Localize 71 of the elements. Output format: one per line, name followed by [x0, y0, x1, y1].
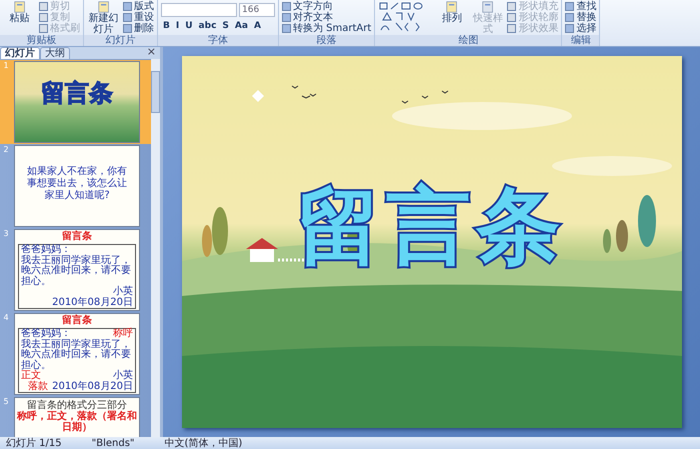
slide-thumbnail-row[interactable]: 2 如果家人不在家，你有事想要出去，该怎么让家里人知道呢?: [0, 144, 151, 228]
annotation-label: 称呼: [113, 329, 133, 340]
slide-subtitle: 称呼，正文，落款（署名和日期）: [16, 411, 138, 433]
slide-thumbnail[interactable]: 留言条 爸爸妈妈： 我去王丽同学家里玩了，晚六点准时回来，请不要担心。 小英 2010年08月20日: [14, 229, 140, 311]
format-button[interactable]: U: [183, 20, 195, 32]
ribbon-button[interactable]: 新建幻灯片: [87, 1, 120, 35]
slide-thumbnail-row[interactable]: 5 留言条的格式分三部分 称呼，正文，落款（署名和日期）: [0, 396, 151, 437]
slide-title: 留言条: [296, 176, 566, 277]
annotation-label: 落款: [28, 382, 48, 392]
letter-date: 2010年08月20日: [52, 298, 133, 308]
ribbon-button[interactable]: 版式: [123, 1, 154, 12]
ribbon-button[interactable]: 重设: [123, 12, 154, 23]
document-icon: [480, 1, 495, 13]
letter-signature: 小英: [113, 287, 133, 297]
panel-tab[interactable]: 大纲: [40, 47, 70, 59]
letter-greeting: 爸爸妈妈：: [21, 245, 71, 255]
letter-body: 我去王丽同学家里玩了，晚六点准时回来，请不要担心。: [21, 340, 131, 370]
slide-number: 2: [2, 145, 10, 154]
slide-number: 5: [2, 397, 10, 406]
ribbon-button[interactable]: 替换: [565, 12, 596, 23]
slide-number: 3: [2, 229, 10, 238]
letter-body: 我去王丽同学家里玩了，晚六点准时回来，请不要担心。: [21, 256, 131, 286]
slide-thumbnail[interactable]: 留言条: [14, 61, 140, 143]
slide-thumbnail[interactable]: 留言条的格式分三部分 称呼，正文，落款（署名和日期）: [14, 397, 140, 437]
ribbon-button[interactable]: 排列: [435, 1, 468, 24]
status-text: 中文(简体，中国): [164, 438, 242, 448]
slide-thumbnail-row[interactable]: 1 留言条: [0, 60, 151, 144]
slide-thumbnail-row[interactable]: 4 留言条 爸爸妈妈： 称呼 我去王丽同学家里玩了，晚六点准时回来，请不要担心。 正文 小英 落款 2010年08月20日: [0, 312, 151, 396]
format-button[interactable]: abc: [196, 20, 218, 32]
close-icon[interactable]: ×: [146, 46, 156, 58]
format-button[interactable]: S: [220, 20, 231, 32]
font-size-field[interactable]: 166: [239, 3, 275, 17]
group-label: 剪贴板: [0, 35, 83, 46]
ribbon-button[interactable]: 删除: [123, 23, 154, 34]
group-label: 编辑: [562, 35, 600, 46]
document-icon: [444, 1, 459, 13]
scrollbar[interactable]: [151, 59, 160, 437]
format-button[interactable]: I: [174, 20, 182, 32]
ribbon-button[interactable]: 对齐文本: [282, 12, 372, 23]
status-text: 幻灯片 1/15: [6, 438, 62, 448]
group-label: 字体: [158, 35, 278, 46]
letter-date: 2010年08月20日: [52, 382, 133, 392]
slide-number: 4: [2, 313, 10, 322]
document-icon: [96, 1, 110, 13]
format-button[interactable]: A: [252, 20, 263, 32]
slide-title: 留言条: [62, 230, 92, 244]
font-name-field[interactable]: [161, 3, 237, 17]
slide-title: 留言条: [41, 80, 113, 106]
letter-signature: 小英: [113, 371, 133, 381]
annotation-label: 正文: [21, 371, 41, 381]
group-label: 绘图: [375, 35, 562, 46]
format-button[interactable]: Aa: [232, 20, 250, 32]
status-text: "Blends": [92, 438, 135, 448]
ribbon-button[interactable]: 查找: [565, 1, 596, 12]
panel-tab[interactable]: 幻灯片: [0, 47, 40, 59]
document-icon: [12, 1, 26, 13]
ribbon-button[interactable]: 选择: [565, 23, 596, 34]
ribbon-button[interactable]: 文字方向: [282, 1, 372, 12]
slide-title: 留言条: [62, 314, 92, 328]
slide-thumbnail[interactable]: 如果家人不在家，你有事想要出去，该怎么让家里人知道呢?: [14, 145, 140, 227]
slide-number: 1: [2, 61, 10, 70]
ribbon-button[interactable]: 转换为 SmartArt: [282, 23, 372, 34]
slide-text: 如果家人不在家，你有事想要出去，该怎么让家里人知道呢?: [26, 166, 128, 202]
group-label: 幻灯片: [84, 35, 157, 46]
group-label: 段落: [279, 35, 374, 46]
slide-title: 留言条的格式分三部分: [27, 400, 127, 411]
slide-thumbnail[interactable]: 留言条 爸爸妈妈： 称呼 我去王丽同学家里玩了，晚六点准时回来，请不要担心。 正文 小英 落款 2010年08月20日: [14, 313, 140, 395]
format-button[interactable]: B: [161, 20, 172, 32]
slide-thumbnail-row[interactable]: 3 留言条 爸爸妈妈： 我去王丽同学家里玩了，晚六点准时回来，请不要担心。 小英 2010年08月20日: [0, 228, 151, 312]
ribbon-button[interactable]: 粘贴: [3, 1, 36, 24]
letter-greeting: 爸爸妈妈：: [21, 329, 71, 339]
